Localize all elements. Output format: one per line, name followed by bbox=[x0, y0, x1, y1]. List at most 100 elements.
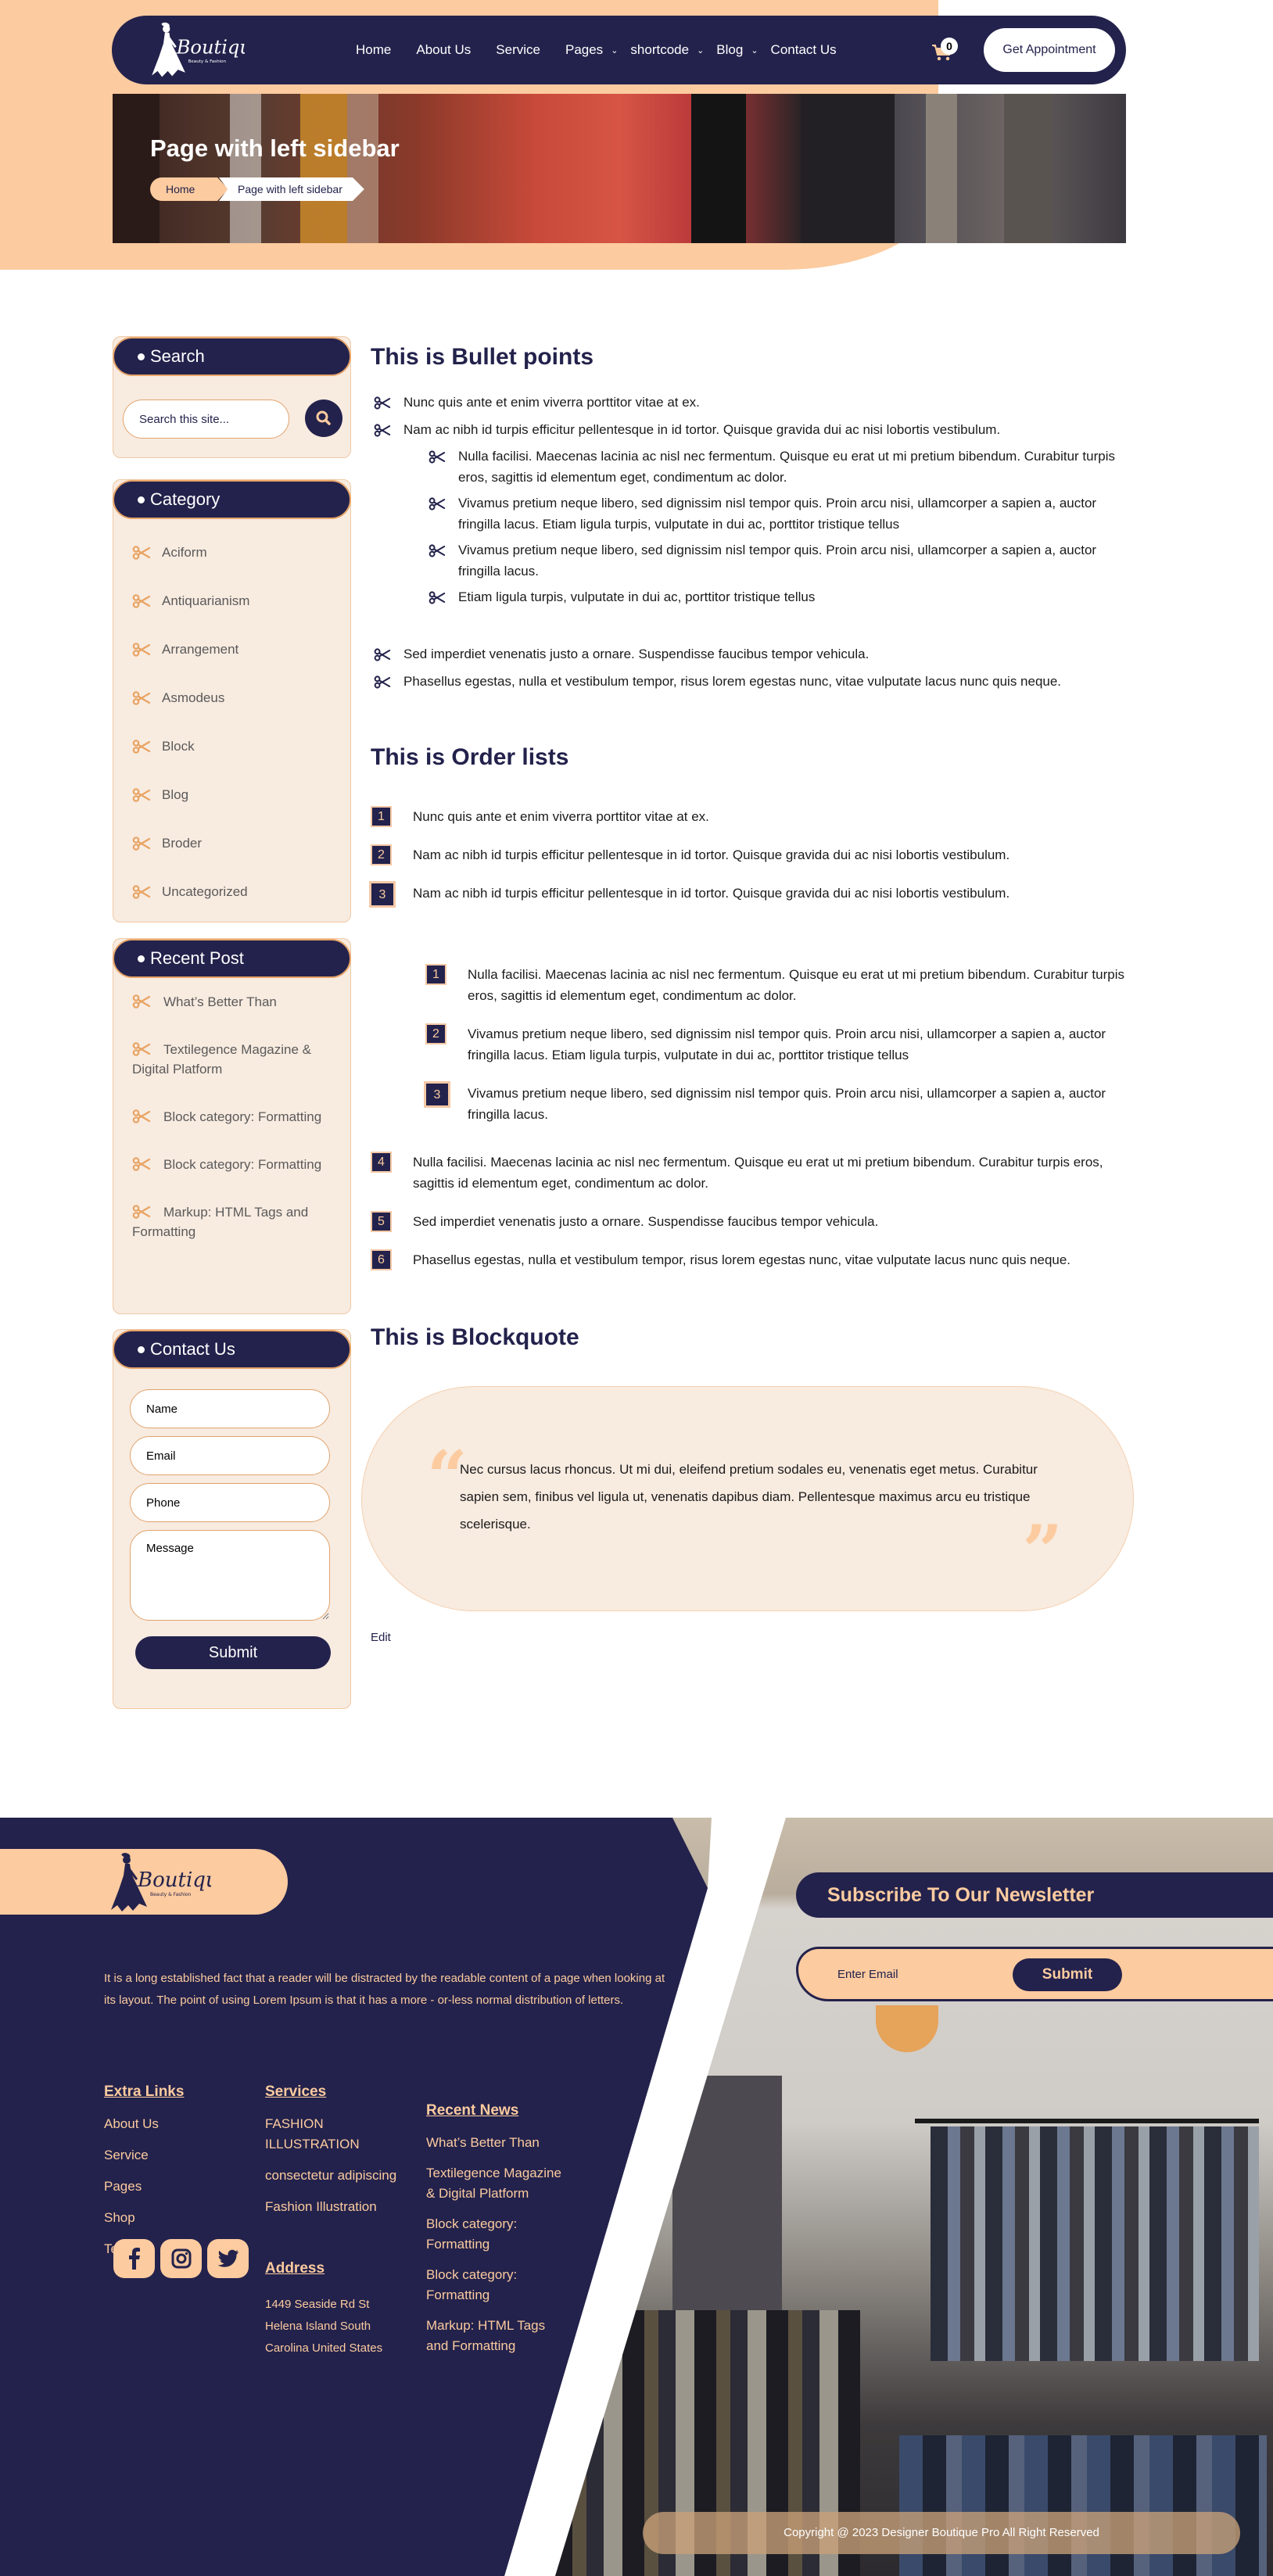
category-item[interactable]: Aciform bbox=[132, 528, 350, 577]
site-logo[interactable] bbox=[143, 20, 245, 80]
footer-service-link[interactable]: Fashion Illustration bbox=[265, 2197, 406, 2217]
scissors-icon bbox=[429, 450, 446, 464]
nav-blog[interactable]: Blog ⌄ bbox=[716, 42, 758, 58]
recent-news-title: Recent News bbox=[426, 2102, 519, 2119]
newsletter-submit-button[interactable]: Submit bbox=[1013, 1958, 1122, 1991]
nav-home[interactable]: Home bbox=[356, 42, 391, 58]
ordered-text: Nulla facilisi. Maecenas lacinia ac nisl… bbox=[413, 1155, 1103, 1191]
address-line: Helena Island South bbox=[265, 2320, 371, 2333]
scissors-icon bbox=[374, 424, 391, 437]
ordered-text: Nam ac nibh id turpis efficitur pellente… bbox=[413, 886, 1010, 901]
footer-link[interactable]: Service bbox=[104, 2146, 159, 2165]
nav-service[interactable]: Service bbox=[496, 42, 540, 58]
category-item[interactable]: Blog bbox=[132, 771, 350, 819]
contact-submit-button[interactable]: Submit bbox=[135, 1636, 331, 1669]
breadcrumb-home[interactable]: Home bbox=[150, 177, 228, 201]
bullet-sub-list: Nulla facilisi. Maecenas lacinia ac nisl… bbox=[425, 446, 1137, 614]
bullet-text: Vivamus pretium neque libero, sed dignis… bbox=[458, 543, 1097, 579]
ordered-number-badge: 2 bbox=[371, 844, 392, 865]
category-item[interactable]: Broder bbox=[132, 819, 350, 868]
category-label: Uncategorized bbox=[162, 884, 248, 899]
chevron-down-icon: ⌄ bbox=[611, 45, 619, 56]
footer-link[interactable]: About Us bbox=[104, 2115, 159, 2134]
ordered-number-badge: 1 bbox=[371, 806, 392, 827]
category-widget: Category Aciform Antiquarianism Arrangem… bbox=[113, 479, 351, 923]
scissors-icon bbox=[374, 675, 391, 689]
footer-news-link[interactable]: Textilegence Magazine & Digital Platform bbox=[426, 2163, 563, 2204]
contact-name-field[interactable] bbox=[130, 1389, 330, 1428]
recent-post-item[interactable]: What’s Better Than bbox=[132, 992, 332, 1012]
footer-link[interactable]: Pages bbox=[104, 2177, 159, 2196]
bullet-item: Sed imperdiet venenatis justo a ornare. … bbox=[371, 643, 1137, 665]
footer-news-link[interactable]: Markup: HTML Tags and Formatting bbox=[426, 2316, 563, 2356]
ordered-text: Sed imperdiet venenatis justo a ornare. … bbox=[413, 1214, 879, 1229]
bullet-item: Nam ac nibh id turpis efficitur pellente… bbox=[371, 419, 1137, 440]
recent-post-widget: Recent Post What’s Better Than Textilege… bbox=[113, 938, 351, 1314]
footer-logo[interactable] bbox=[0, 1849, 288, 1915]
page-banner: Page with left sidebar Home Page with le… bbox=[113, 94, 1126, 243]
newsletter-email-input[interactable] bbox=[837, 1960, 978, 1988]
footer-news-link[interactable]: What’s Better Than bbox=[426, 2133, 563, 2153]
facebook-link[interactable] bbox=[113, 2239, 155, 2278]
get-appointment-button[interactable]: Get Appointment bbox=[984, 28, 1115, 72]
instagram-link[interactable] bbox=[160, 2239, 202, 2278]
instagram-icon bbox=[171, 2248, 191, 2269]
bullet-text: Vivamus pretium neque libero, sed dignis… bbox=[458, 496, 1097, 532]
category-item[interactable]: Block bbox=[132, 722, 350, 771]
search-button[interactable] bbox=[305, 399, 342, 437]
category-list: Aciform Antiquarianism Arrangement Asmod… bbox=[113, 519, 350, 916]
category-item[interactable]: Asmodeus bbox=[132, 674, 350, 722]
twitter-link[interactable] bbox=[207, 2239, 249, 2278]
scissors-icon bbox=[429, 497, 446, 511]
nav-about-us[interactable]: About Us bbox=[416, 42, 471, 58]
ordered-sub-item: 1 Nulla facilisi. Maecenas lacinia ac nis… bbox=[425, 964, 1137, 1006]
bullet-sub-item: Etiam ligula turpis, vulputate in dui ac… bbox=[425, 586, 1137, 607]
bullet-text: Sed imperdiet venenatis justo a ornare. … bbox=[403, 647, 870, 661]
scissors-icon bbox=[132, 788, 151, 802]
contact-message-field[interactable] bbox=[130, 1530, 330, 1621]
bullet-sub-item: Vivamus pretium neque libero, sed dignis… bbox=[425, 493, 1137, 535]
ordered-number-badge: 3 bbox=[424, 1081, 450, 1108]
recent-post-item[interactable]: Block category: Formatting bbox=[132, 1107, 332, 1127]
search-input[interactable] bbox=[123, 399, 289, 439]
footer-service-link[interactable]: FASHION ILLUSTRATION bbox=[265, 2114, 406, 2155]
contact-email-field[interactable] bbox=[130, 1436, 330, 1475]
footer-news-link[interactable]: Block category: Formatting bbox=[426, 2265, 563, 2306]
recent-news-list: What’s Better Than Textilegence Magazine… bbox=[426, 2133, 563, 2366]
category-item[interactable]: Uncategorized bbox=[132, 868, 350, 916]
scissors-icon bbox=[374, 396, 391, 410]
nav-shortcode[interactable]: shortcode ⌄ bbox=[630, 42, 704, 58]
banner-photo-detail bbox=[300, 94, 347, 243]
recent-post-label: What’s Better Than bbox=[163, 994, 277, 1009]
nav-contact-us[interactable]: Contact Us bbox=[771, 42, 837, 58]
ordered-text: Nulla facilisi. Maecenas lacinia ac nisl… bbox=[468, 967, 1124, 1003]
ordered-number-badge: 1 bbox=[425, 964, 446, 985]
recent-post-item[interactable]: Markup: HTML Tags and Formatting bbox=[132, 1202, 332, 1241]
scissors-icon bbox=[132, 885, 151, 899]
chevron-down-icon: ⌄ bbox=[697, 45, 705, 56]
footer-link[interactable]: Shop bbox=[104, 2209, 159, 2227]
photo-rail bbox=[915, 2119, 1259, 2123]
ordered-item: 5 Sed imperdiet venenatis justo a ornare.… bbox=[371, 1211, 1137, 1232]
scissors-icon bbox=[429, 544, 446, 557]
ordered-item: 4 Nulla facilisi. Maecenas lacinia ac nis… bbox=[371, 1152, 1137, 1194]
banner-photo-detail bbox=[347, 94, 378, 243]
recent-post-item[interactable]: Textilegence Magazine & Digital Platform bbox=[132, 1040, 332, 1079]
newsletter-form: Submit bbox=[796, 1947, 1273, 2001]
category-label: Blog bbox=[162, 787, 189, 802]
scissors-icon bbox=[132, 643, 151, 657]
scissors-icon bbox=[132, 837, 151, 851]
category-item[interactable]: Antiquarianism bbox=[132, 577, 350, 625]
edit-link[interactable]: Edit bbox=[371, 1631, 391, 1644]
footer-news-link[interactable]: Block category: Formatting bbox=[426, 2214, 563, 2255]
ordered-number-badge: 3 bbox=[369, 881, 396, 908]
scissors-icon bbox=[374, 648, 391, 661]
blockquote: “ Nec cursus lacus rhoncus. Ut mi dui, e… bbox=[361, 1386, 1134, 1611]
recent-post-label: Textilegence Magazine & Digital Platform bbox=[132, 1042, 312, 1077]
recent-post-item[interactable]: Block category: Formatting bbox=[132, 1155, 332, 1174]
nav-pages[interactable]: Pages ⌄ bbox=[565, 42, 618, 58]
page-title: Page with left sidebar bbox=[150, 134, 400, 162]
category-item[interactable]: Arrangement bbox=[132, 625, 350, 674]
contact-phone-field[interactable] bbox=[130, 1483, 330, 1522]
footer-service-link[interactable]: consectetur adipiscing bbox=[265, 2166, 406, 2186]
